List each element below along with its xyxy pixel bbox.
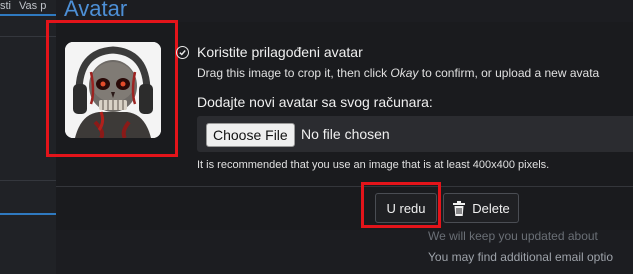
choose-file-button[interactable]: Choose File (206, 123, 295, 147)
custom-avatar-option[interactable]: Koristite prilagođeni avatar (176, 44, 363, 60)
check-circle-icon (176, 45, 189, 59)
background-divider (0, 180, 56, 181)
background-tab[interactable]: Vas p (19, 0, 46, 12)
highlight-avatar (46, 20, 178, 157)
size-recommendation: It is recommended that you use an image … (197, 159, 550, 171)
background-text: We will keep you updated about (428, 229, 598, 243)
delete-button[interactable]: Delete (443, 193, 519, 223)
crop-hint-suffix: to confirm, or upload a new avata (418, 66, 600, 80)
crop-hint: Drag this image to crop it, then click O… (197, 66, 599, 80)
dialog-title: Avatar (64, 0, 128, 21)
background-text: You may find additional email optio (428, 250, 614, 264)
no-file-text: No file chosen (301, 126, 390, 142)
background-tabs: sti Vas p (0, 0, 70, 14)
background-accent-line (0, 213, 56, 215)
background-tab-underline (0, 14, 56, 16)
trash-icon (453, 200, 466, 216)
delete-label: Delete (472, 200, 510, 216)
ok-button[interactable]: U redu (375, 193, 437, 223)
dialog-footer-divider (56, 186, 633, 187)
crop-hint-prefix: Drag this image to crop it, then click (197, 66, 391, 80)
custom-avatar-label: Koristite prilagođeni avatar (197, 44, 363, 60)
upload-label: Dodajte novi avatar sa svog računara: (197, 94, 433, 110)
crop-hint-okay: Okay (390, 66, 419, 80)
background-tab[interactable]: sti (0, 0, 11, 12)
